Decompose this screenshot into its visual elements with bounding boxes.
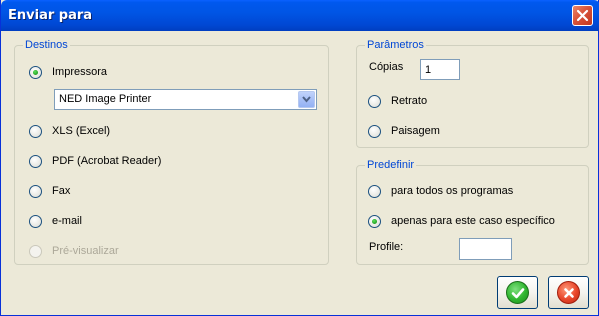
radio-button[interactable] (368, 184, 381, 198)
radio-label: para todos os programas (391, 185, 514, 197)
title-bar[interactable]: Enviar para (1, 0, 599, 31)
destinos-legend: Destinos (23, 39, 70, 52)
copias-label: Cópias (369, 61, 404, 73)
radio-button[interactable] (368, 124, 381, 138)
copias-field[interactable] (420, 59, 460, 80)
radio-xls[interactable]: XLS (Excel) (29, 123, 110, 139)
radio-label: apenas para este caso específico (391, 215, 555, 227)
predefinir-legend: Predefinir (365, 159, 417, 172)
printer-select[interactable]: NED Image Printer (54, 89, 317, 110)
profile-input[interactable] (460, 239, 511, 259)
ok-button[interactable] (497, 276, 538, 309)
ok-badge (506, 281, 529, 304)
x-icon (564, 288, 574, 298)
dropdown-button[interactable] (298, 91, 315, 108)
radio-label: e-mail (52, 215, 82, 227)
radio-button[interactable] (368, 214, 381, 228)
radio-label: Impressora (52, 66, 108, 78)
radio-label: XLS (Excel) (52, 125, 111, 137)
radio-button[interactable] (29, 65, 42, 79)
cancel-button[interactable] (548, 276, 589, 309)
radio-label: Fax (52, 185, 71, 197)
close-icon (576, 9, 589, 22)
radio-button (29, 244, 42, 258)
radio-fax[interactable]: Fax (29, 183, 70, 199)
checkmark-icon (511, 288, 525, 299)
radio-impressora[interactable]: Impressora (29, 64, 107, 80)
radio-email[interactable]: e-mail (29, 213, 82, 229)
radio-todos-programas[interactable]: para todos os programas (368, 183, 513, 199)
copias-input[interactable] (421, 60, 459, 79)
radio-button[interactable] (29, 184, 42, 198)
close-button[interactable] (572, 5, 593, 26)
chevron-down-icon (302, 96, 311, 103)
profile-label: Profile: (369, 241, 404, 253)
parametros-legend: Parâmetros (365, 39, 426, 52)
radio-label: Retrato (391, 95, 428, 107)
printer-select-value: NED Image Printer (59, 93, 152, 105)
radio-paisagem[interactable]: Paisagem (368, 123, 440, 139)
radio-button[interactable] (29, 154, 42, 168)
window-title: Enviar para (8, 8, 93, 23)
radio-caso-especifico[interactable]: apenas para este caso específico (368, 213, 555, 229)
radio-button[interactable] (29, 124, 42, 138)
dialog-window: Enviar para Destinos Impressora NED Imag… (0, 0, 599, 316)
radio-label: PDF (Acrobat Reader) (52, 155, 162, 167)
profile-field[interactable] (459, 238, 512, 260)
cancel-badge (557, 281, 580, 304)
radio-pdf[interactable]: PDF (Acrobat Reader) (29, 153, 161, 169)
radio-previsualizar: Pré-visualizar (29, 243, 119, 259)
radio-retrato[interactable]: Retrato (368, 93, 427, 109)
radio-button[interactable] (29, 214, 42, 228)
radio-label: Pré-visualizar (52, 245, 119, 257)
radio-label: Paisagem (391, 125, 440, 137)
radio-button[interactable] (368, 94, 381, 108)
